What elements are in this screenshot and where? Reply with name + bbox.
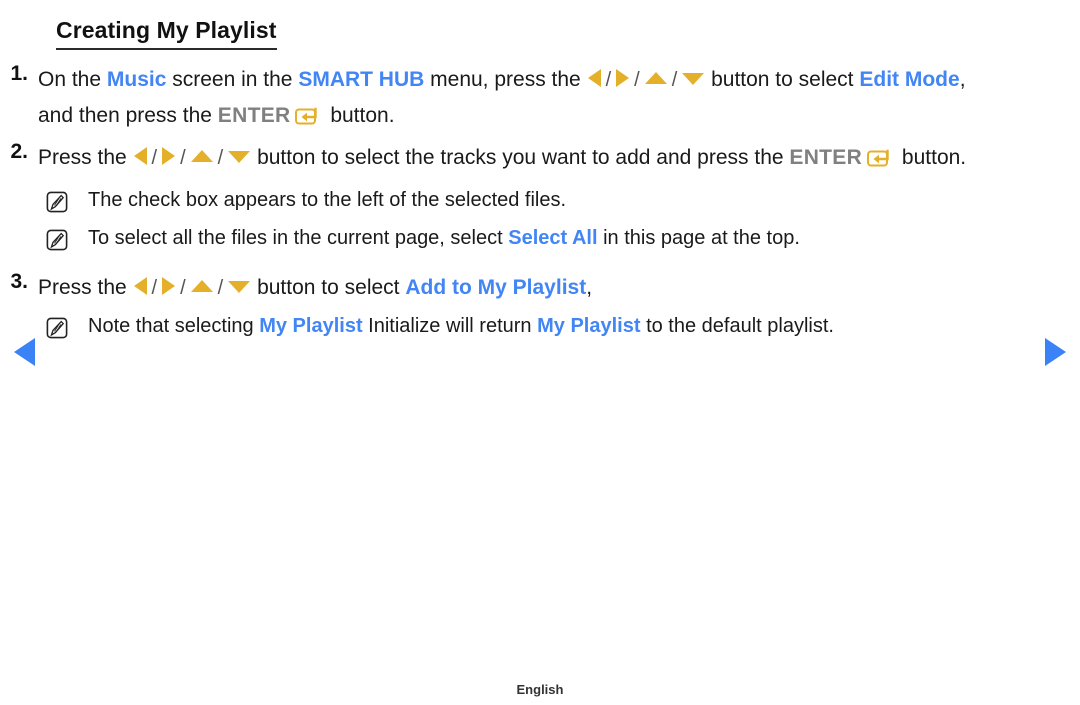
- arrow-up-icon: [644, 72, 667, 84]
- page-title: Creating My Playlist: [56, 17, 277, 51]
- note-3-1-text-c: to the default playlist.: [640, 315, 834, 337]
- note-item: To select all the files in the current p…: [0, 220, 1080, 256]
- arrow-down-icon: [228, 151, 251, 163]
- enter-key-icon: [295, 102, 321, 138]
- step-number-1: 1.: [10, 62, 28, 85]
- arrow-up-icon: [190, 280, 213, 292]
- step-text-3: Press the / / / button to select Add to My…: [38, 270, 592, 306]
- step-item-3: 3. Press the / / / button to select Add to…: [0, 270, 1080, 306]
- note-2-1-text: The check box appears to the left of the…: [88, 189, 567, 211]
- nav-next-arrow-icon[interactable]: [1045, 338, 1066, 366]
- step3-text-a: Press the: [38, 276, 133, 299]
- note-2-2-text-b: in this page at the top.: [597, 227, 800, 249]
- page-title-container: Creating My Playlist: [56, 17, 277, 51]
- slash-separator: /: [180, 277, 186, 299]
- slash-separator: /: [180, 147, 186, 169]
- note-item: The check box appears to the left of the…: [0, 182, 1080, 218]
- slash-separator: /: [217, 277, 224, 299]
- step-text-2: Press the / / / button to select the track…: [38, 140, 966, 180]
- arrow-right-icon: [616, 69, 630, 87]
- slash-separator: /: [151, 277, 158, 299]
- arrow-right-icon: [162, 277, 176, 295]
- step-item-2: 2. Press the / / / button to select the tr…: [0, 140, 1080, 180]
- note-text: The check box appears to the left of the…: [88, 182, 566, 218]
- nav-prev-arrow-icon[interactable]: [14, 338, 35, 366]
- note-icon-cell: [0, 220, 88, 256]
- note-3-1-text-a: Note that selecting: [88, 315, 260, 337]
- note-2-2-text-a: To select all the files in the current p…: [88, 227, 509, 249]
- step-number-3: 3.: [10, 270, 28, 293]
- arrow-right-icon: [162, 147, 176, 165]
- step2-text-c: button.: [896, 146, 967, 169]
- step1-text-c: menu, press the: [424, 68, 587, 91]
- arrow-up-icon: [190, 150, 213, 162]
- slash-separator: /: [217, 147, 224, 169]
- slash-separator: /: [634, 69, 640, 91]
- note-text: Note that selecting My Playlist Initiali…: [88, 308, 834, 344]
- arrow-left-icon: [133, 147, 147, 165]
- step1-smarthub-label: SMART HUB: [298, 68, 425, 91]
- enter-key-icon: [867, 144, 893, 180]
- step1-music-label: Music: [106, 68, 167, 91]
- step3-text-c: ,: [586, 276, 593, 299]
- note-3-1-text-b: Initialize will return: [362, 315, 538, 337]
- step-text-1: On the Music screen in the SMART HUB men…: [38, 62, 968, 138]
- step-item-1: 1. On the Music screen in the SMART HUB …: [0, 62, 1080, 138]
- slash-separator: /: [605, 69, 612, 91]
- note-3-1-myplaylist-label-1: My Playlist: [259, 315, 363, 337]
- step2-enter-label: ENTER: [789, 146, 863, 169]
- step-number-2: 2.: [10, 140, 28, 163]
- arrow-left-icon: [133, 277, 147, 295]
- note-2-2-selectall-label: Select All: [508, 227, 598, 249]
- note-pencil-icon: [46, 229, 68, 256]
- step1-editmode-label: Edit Mode: [859, 68, 960, 91]
- step1-enter-label: ENTER: [217, 104, 291, 127]
- step1-text-a: On the: [38, 68, 107, 91]
- note-pencil-icon: [46, 317, 68, 344]
- step1-text-f: button.: [324, 104, 395, 127]
- step1-text-d: button to select: [705, 68, 860, 91]
- note-icon-cell: [0, 182, 88, 218]
- step3-addtoplaylist-label: Add to My Playlist: [405, 276, 587, 299]
- note-3-1-myplaylist-label-2: My Playlist: [537, 315, 641, 337]
- footer-language: English: [516, 682, 564, 697]
- note-pencil-icon: [46, 191, 68, 218]
- note-item: Note that selecting My Playlist Initiali…: [0, 308, 1080, 344]
- arrow-down-icon: [228, 281, 251, 293]
- slash-separator: /: [671, 69, 678, 91]
- arrow-left-icon: [587, 69, 601, 87]
- step2-text-a: Press the: [38, 146, 133, 169]
- step2-text-b: button to select the tracks you want to …: [251, 146, 790, 169]
- note-text: To select all the files in the current p…: [88, 220, 800, 256]
- arrow-down-icon: [682, 73, 705, 85]
- instruction-content: 1. On the Music screen in the SMART HUB …: [0, 62, 1080, 344]
- slash-separator: /: [151, 147, 158, 169]
- step3-text-b: button to select: [251, 276, 406, 299]
- step1-text-b: screen in the: [166, 68, 299, 91]
